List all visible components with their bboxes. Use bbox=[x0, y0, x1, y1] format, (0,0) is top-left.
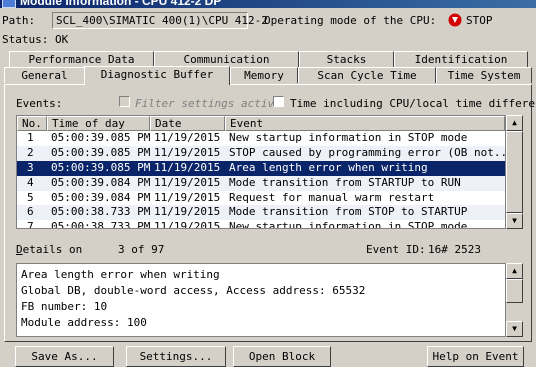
row-no: 4 bbox=[27, 175, 34, 189]
row-no: 2 bbox=[27, 145, 34, 159]
table-header: No. Time of day Date Event bbox=[17, 116, 505, 131]
row-time: 05:00:38.733 PM bbox=[51, 205, 150, 219]
help-on-event-button[interactable]: Help on Event bbox=[427, 346, 524, 367]
details-line: Module address: 100 bbox=[21, 316, 147, 329]
row-time: 05:00:39.085 PM bbox=[51, 160, 150, 174]
table-row[interactable]: 1 05:00:39.085 PM 11/19/2015 New startup in… bbox=[17, 131, 505, 146]
scroll-up-icon[interactable]: ▲ bbox=[506, 263, 523, 279]
column-event[interactable]: Event bbox=[225, 116, 505, 131]
row-time: 05:00:39.084 PM bbox=[51, 190, 150, 204]
row-date: 11/19/2015 bbox=[154, 145, 221, 159]
details-label: Details on bbox=[16, 243, 83, 256]
filter-label: Filter settings activ bbox=[135, 97, 275, 110]
events-scrollbar[interactable]: ▲ ▼ bbox=[506, 115, 523, 229]
events-label: Events: bbox=[16, 97, 63, 110]
row-date: 11/19/2015 bbox=[154, 175, 221, 189]
tab-diagnostic-buffer[interactable]: Diagnostic Buffer bbox=[84, 66, 230, 85]
table-row[interactable]: 2 05:00:39.085 PM 11/19/2015 STOP caused by… bbox=[17, 145, 505, 161]
table-row[interactable]: 7 05:00:38.733 PM 11/19/2015 New startup in… bbox=[17, 220, 505, 229]
row-event: Mode transition from STOP to STARTUP bbox=[229, 205, 468, 219]
table-body: 1 05:00:39.085 PM 11/19/2015 New startup in… bbox=[17, 131, 505, 229]
time-offset-label: Time including CPU/local time differenc bbox=[290, 97, 536, 110]
window-title: Module Information - CPU 412-2 DP bbox=[20, 0, 222, 8]
tab-communication[interactable]: Communication bbox=[154, 51, 299, 67]
row-time: 05:00:39.085 PM bbox=[51, 131, 150, 144]
details-line: FB number: 10 bbox=[21, 300, 108, 313]
column-time[interactable]: Time of day bbox=[47, 116, 150, 131]
mode-value: STOP bbox=[466, 14, 493, 27]
row-time: 05:00:39.085 PM bbox=[51, 145, 150, 159]
row-date: 11/19/2015 bbox=[154, 205, 221, 219]
row-date: 11/19/2015 bbox=[154, 160, 221, 174]
row-no: 3 bbox=[27, 160, 34, 174]
scroll-thumb[interactable] bbox=[506, 131, 523, 213]
details-line: Global DB, double-word access, Access ad… bbox=[21, 284, 366, 297]
details-scrollbar[interactable]: ▲ ▼ bbox=[506, 263, 523, 337]
scroll-down-icon[interactable]: ▼ bbox=[506, 213, 523, 229]
tab-general[interactable]: General bbox=[4, 67, 85, 83]
event-id-value: 16# 2523 bbox=[428, 243, 481, 256]
tab-time-system[interactable]: Time System bbox=[436, 67, 532, 83]
event-id-label: Event ID: bbox=[366, 243, 426, 256]
table-row[interactable]: 5 05:00:39.084 PM 11/19/2015 Request for ma… bbox=[17, 190, 505, 206]
settings-button[interactable]: Settings... bbox=[126, 346, 226, 367]
column-date[interactable]: Date bbox=[150, 116, 225, 131]
row-date: 11/19/2015 bbox=[154, 220, 221, 229]
table-row[interactable]: 4 05:00:39.084 PM 11/19/2015 Mode transitio… bbox=[17, 175, 505, 191]
row-no: 7 bbox=[27, 220, 34, 229]
row-event: Area length error when writing bbox=[229, 160, 428, 174]
tab-scan-cycle-time[interactable]: Scan Cycle Time bbox=[298, 67, 436, 83]
row-event: New startup information in STOP mode bbox=[229, 131, 468, 144]
row-event: New startup information in STOP mode bbox=[229, 220, 468, 229]
row-event: STOP caused by programming error (OB not… bbox=[229, 145, 505, 159]
stop-icon bbox=[448, 13, 462, 27]
scroll-up-icon[interactable]: ▲ bbox=[506, 115, 523, 131]
row-event: Mode transition from STARTUP to RUN bbox=[229, 175, 461, 189]
events-table: No. Time of day Date Event 1 05:00:39.085… bbox=[16, 115, 506, 229]
table-row[interactable]: 3 05:00:39.085 PM 11/19/2015 Area length er… bbox=[17, 160, 505, 176]
row-date: 11/19/2015 bbox=[154, 190, 221, 204]
title-bar: Module Information - CPU 412-2 DP bbox=[0, 0, 536, 8]
details-text[interactable]: Area length error when writing Global DB… bbox=[16, 263, 506, 337]
app-icon bbox=[2, 0, 16, 8]
open-block-button[interactable]: Open Block bbox=[233, 346, 331, 367]
row-event: Request for manual warm restart bbox=[229, 190, 435, 204]
scroll-down-icon[interactable]: ▼ bbox=[506, 321, 523, 337]
row-time: 05:00:38.733 PM bbox=[51, 220, 150, 229]
details-line: Area length error when writing bbox=[21, 268, 220, 281]
save-as-button[interactable]: Save As... bbox=[15, 346, 114, 367]
tab-performance-data[interactable]: Performance Data bbox=[9, 51, 154, 67]
column-no[interactable]: No. bbox=[17, 116, 47, 131]
table-row[interactable]: 6 05:00:38.733 PM 11/19/2015 Mode transitio… bbox=[17, 205, 505, 221]
status-text: Status: OK bbox=[2, 33, 69, 46]
details-count: 3 of 97 bbox=[118, 243, 165, 256]
scroll-thumb[interactable] bbox=[506, 279, 523, 303]
path-label: Path: bbox=[2, 14, 36, 27]
row-no: 5 bbox=[27, 190, 34, 204]
tab-stacks[interactable]: Stacks bbox=[299, 51, 394, 67]
tab-identification[interactable]: Identification bbox=[394, 51, 528, 67]
row-no: 6 bbox=[27, 205, 34, 219]
row-time: 05:00:39.084 PM bbox=[51, 175, 150, 189]
row-date: 11/19/2015 bbox=[154, 131, 221, 144]
tab-memory[interactable]: Memory bbox=[230, 67, 298, 83]
filter-checkbox[interactable] bbox=[119, 96, 130, 110]
time-offset-checkbox[interactable] bbox=[273, 96, 284, 110]
path-field: SCL_400\SIMATIC 400(1)\CPU 412-2 bbox=[52, 12, 268, 29]
mode-label: Operating mode of the CPU: bbox=[264, 14, 437, 27]
row-no: 1 bbox=[27, 131, 34, 144]
